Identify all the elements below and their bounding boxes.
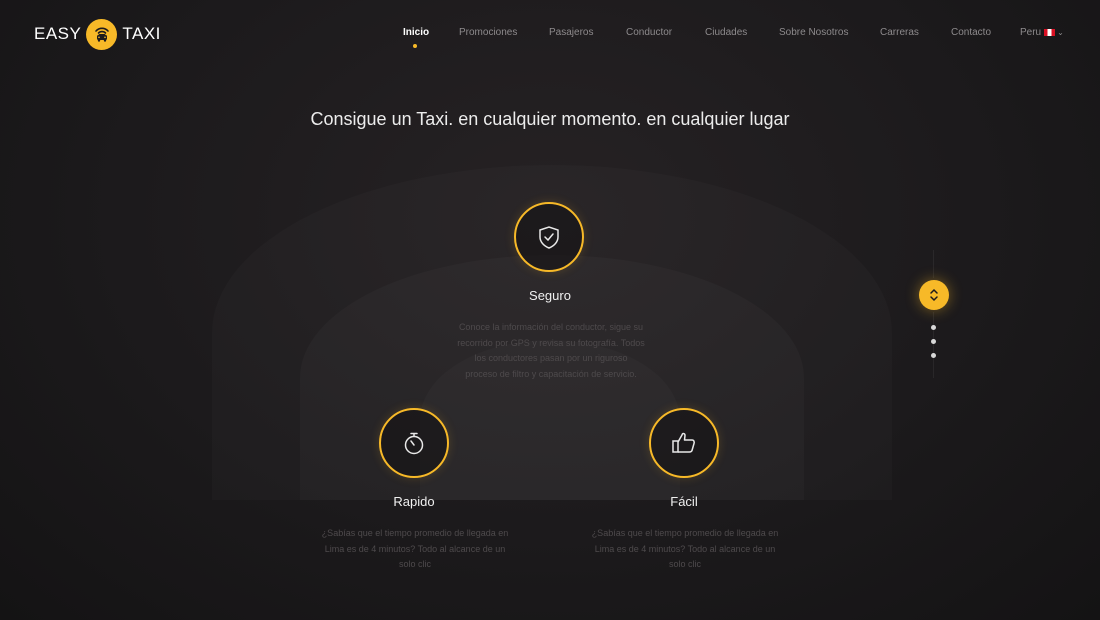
nav-item-promociones[interactable]: Promociones — [459, 27, 517, 38]
pager-dot[interactable] — [931, 353, 936, 358]
facil-desc-line: Lima es de 4 minutos? Todo al alcance de… — [594, 543, 776, 554]
rapido-desc-line: ¿Sabías que el tiempo promedio de llegad… — [321, 528, 509, 538]
nav-item-contacto[interactable]: Contacto — [951, 27, 991, 38]
facil-desc-line: ¿Sabías que el tiempo promedio de llegad… — [591, 528, 779, 538]
facil-icon-circle — [649, 408, 719, 478]
nav-item-conductor[interactable]: Conductor — [626, 27, 672, 38]
stopwatch-icon — [404, 432, 424, 455]
facil-description: ¿Sabías que el tiempo promedio de llegad… — [580, 526, 790, 573]
thumbs-up-icon — [672, 432, 695, 453]
chevron-down-icon: ⌄ — [1057, 28, 1064, 37]
seguro-desc-line: Conoce la información del conductor, sig… — [458, 322, 644, 332]
hero-headline: Consigue un Taxi. en cualquier momento. … — [310, 109, 790, 129]
nav-item-carreras[interactable]: Carreras — [880, 27, 919, 38]
rapido-title: Rapido — [393, 494, 435, 509]
pager-track-bottom — [933, 312, 934, 378]
chevron-up-down-icon — [930, 288, 938, 302]
pager-track-top — [933, 250, 934, 278]
active-nav-indicator — [413, 44, 417, 48]
main-nav: Inicio Promociones Pasajeros Conductor C… — [0, 27, 1100, 48]
pager-dot[interactable] — [931, 325, 936, 330]
seguro-desc-line: los conductores pasan por un riguroso — [474, 353, 628, 363]
nav-item-inicio[interactable]: Inicio — [403, 27, 429, 38]
seguro-desc-line: proceso de filtro y capacitación de serv… — [465, 368, 637, 379]
facil-title: Fácil — [670, 494, 698, 509]
nav-item-sobre-nosotros[interactable]: Sobre Nosotros — [779, 27, 848, 38]
rapido-desc-line: solo clic — [398, 559, 431, 569]
country-selector[interactable]: Peru ⌄ — [1020, 27, 1064, 38]
seguro-description: Conoce la información del conductor, sig… — [446, 320, 656, 382]
peru-flag-icon — [1044, 28, 1056, 36]
rapido-icon-circle — [379, 408, 449, 478]
nav-item-ciudades[interactable]: Ciudades — [705, 27, 747, 38]
section-scroll-button[interactable] — [919, 280, 949, 310]
rapido-desc-line: Lima es de 4 minutos? Todo al alcance de… — [324, 543, 506, 554]
shield-check-icon — [539, 226, 559, 249]
seguro-desc-line: recorrido por GPS y revisa su fotografía… — [457, 337, 645, 348]
country-label: Peru — [1020, 27, 1042, 38]
rapido-description: ¿Sabías que el tiempo promedio de llegad… — [310, 526, 520, 573]
seguro-icon-circle — [514, 202, 584, 272]
pager-dot[interactable] — [931, 339, 936, 344]
seguro-title: Seguro — [529, 288, 571, 303]
facil-desc-line: solo clic — [668, 559, 701, 569]
header: EASY TAXI Inicio Promociones Pasajeros C… — [0, 0, 1100, 66]
nav-item-pasajeros[interactable]: Pasajeros — [549, 27, 593, 38]
